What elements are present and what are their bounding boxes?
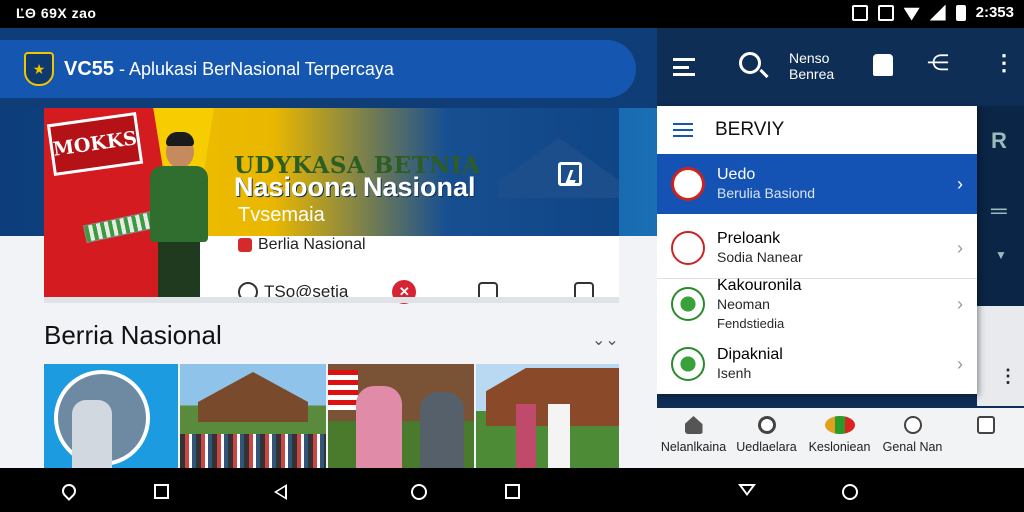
bottom-nav-label: Uedlaelara [736, 440, 797, 454]
drawer-item-icon [671, 287, 705, 321]
more-icon [976, 416, 995, 434]
app-title-bold: VC55 [64, 57, 115, 80]
navigation-drawer: BERVIY Uedo Berulia Basiond › Preloank S… [657, 106, 977, 394]
drawer-item-title: Dipaknial [717, 346, 783, 363]
news-thumbnail[interactable] [180, 364, 326, 468]
banner-headline-3: Tvsemaia [238, 204, 325, 226]
drawer-title: BERVIY [715, 119, 785, 140]
drawer-item[interactable]: Dipaknial Isenh › [657, 334, 977, 394]
drawer-item-subtitle: Sodia Nanear [717, 249, 803, 265]
side-chevron-icon[interactable]: ▼ [995, 248, 1007, 262]
status-bar: ĽΘ 69X zao 2:353 [0, 0, 1024, 28]
back-icon[interactable] [274, 484, 287, 500]
recents-icon[interactable] [505, 484, 520, 499]
featured-card[interactable]: MOKKS UDYKASA BETNIA Nasioona Nasional T… [44, 108, 619, 304]
recents-icon[interactable] [154, 484, 169, 499]
hide-keyboard-icon[interactable] [738, 484, 756, 496]
status-right: 2:353 [851, 4, 1014, 21]
drawer-item[interactable]: Uedo Berulia Basiond › [657, 154, 977, 214]
drawer-item-subtitle: Isenh [717, 365, 752, 381]
drawer-item[interactable]: Kakouronila Neoman Fendstiedia › [657, 274, 977, 334]
location-icon [903, 416, 922, 434]
news-thumbnail[interactable] [328, 364, 474, 468]
side-light-panel [977, 306, 1024, 406]
share-icon[interactable]: ⋲ [927, 50, 949, 76]
drawer-item-title: Uedo [717, 166, 756, 183]
list-icon [673, 123, 693, 137]
chevron-right-icon: › [957, 293, 963, 314]
side-letter: R [991, 128, 1007, 153]
banner-source: Berlia Nasional [238, 236, 366, 254]
drawer-item[interactable]: Preloank Sodia Nanear › [657, 218, 977, 278]
home-button-icon[interactable] [842, 484, 858, 500]
app-bar[interactable]: ★ VC55 - Aplukasi BerNasional Terpercaya [0, 40, 636, 98]
banner-person-image [144, 126, 214, 298]
news-thumbnail[interactable] [476, 364, 619, 468]
image-icon [877, 4, 894, 21]
home-button-icon[interactable] [411, 484, 427, 500]
drawer-item-title: Kakouronila [717, 276, 802, 294]
search-icon[interactable] [739, 52, 761, 74]
section-divider [44, 297, 619, 303]
chevron-right-icon: › [957, 353, 963, 374]
toolbar-title: Nenso Benrea [789, 50, 834, 82]
drawer-item-subtitle: Berulia Basiond [717, 185, 816, 201]
screen: ĽΘ 69X zao 2:353 ★ VC55 - Aplukasi BerNa… [0, 0, 1024, 512]
news-thumbnails [44, 364, 619, 468]
bottom-nav-more[interactable] [949, 408, 1022, 468]
toolbar-title-line1: Nenso [789, 50, 830, 66]
status-left-text: ĽΘ 69X zao [16, 5, 97, 21]
app-title-rest: - Aplukasi BerNasional Terpercaya [114, 58, 394, 79]
left-app-pane: ★ VC55 - Aplukasi BerNasional Terpercaya… [0, 28, 657, 468]
drawer-item-detail: Fendstiedia [717, 315, 785, 331]
side-menu-icon[interactable]: ═ [991, 198, 1007, 224]
bottom-nav-label: Nelanlkaina [660, 440, 727, 454]
banner-headline-2: Nasioona Nasional [234, 172, 476, 202]
banner-house-image [499, 138, 619, 236]
notification-icon [851, 4, 868, 21]
section-title: Berria Nasional [44, 320, 222, 350]
more-vert-icon[interactable]: ⋮ [993, 50, 1015, 76]
news-thumbnail[interactable] [44, 364, 178, 468]
drawer-header: BERVIY [657, 106, 977, 154]
toolbar-title-line2: Benrea [789, 66, 835, 82]
bottom-nav-categories[interactable]: Kesloniean [803, 408, 876, 468]
bottom-navigation: Nelanlkaina Uedlaelara Kesloniean Genal … [657, 408, 1024, 468]
signal-icon [929, 4, 946, 21]
app-title: VC55 - Aplukasi BerNasional Terpercaya [64, 58, 394, 81]
bottom-nav-label: Genal Nan [882, 440, 943, 454]
chevron-right-icon: › [957, 173, 963, 194]
chevron-right-icon: › [957, 237, 963, 258]
bottom-nav-general[interactable]: Genal Nan [876, 408, 949, 468]
banner-source-label: Berlia Nasional [258, 236, 366, 253]
home-icon [684, 416, 703, 434]
drawer-item-icon [671, 231, 705, 265]
status-time: 2:353 [975, 4, 1014, 21]
side-more-icon[interactable]: ⋮ [999, 366, 1017, 387]
system-nav-bar [0, 468, 1024, 512]
bottom-nav-label: Kesloniean [808, 440, 871, 454]
source-icon [238, 238, 252, 252]
bottom-nav-home[interactable]: Nelanlkaina [657, 408, 730, 468]
right-app-pane: Nenso Benrea ⋲ ⋮ R ═ ▼ ⋮ BERVIY Uedo Ber… [657, 28, 1024, 468]
drawer-item-icon [671, 167, 705, 201]
battery-icon [955, 4, 966, 21]
user-icon [757, 416, 776, 434]
bottom-nav-profile[interactable]: Uedlaelara [730, 408, 803, 468]
hamburger-icon[interactable] [673, 58, 695, 76]
right-toolbar: Nenso Benrea ⋲ ⋮ [657, 28, 1024, 106]
drawer-item-title: Preloank [717, 230, 781, 247]
app-logo-icon: ★ [24, 52, 54, 86]
section-expand-icon[interactable]: ⌄⌄ [592, 330, 619, 350]
drawer-item-subtitle: Neoman [717, 295, 770, 312]
bag-icon[interactable] [873, 54, 893, 76]
categories-icon [824, 416, 855, 434]
bookmark-icon[interactable] [558, 162, 582, 186]
wifi-icon [903, 7, 920, 21]
assistant-icon[interactable] [59, 481, 79, 501]
drawer-item-icon [671, 347, 705, 381]
